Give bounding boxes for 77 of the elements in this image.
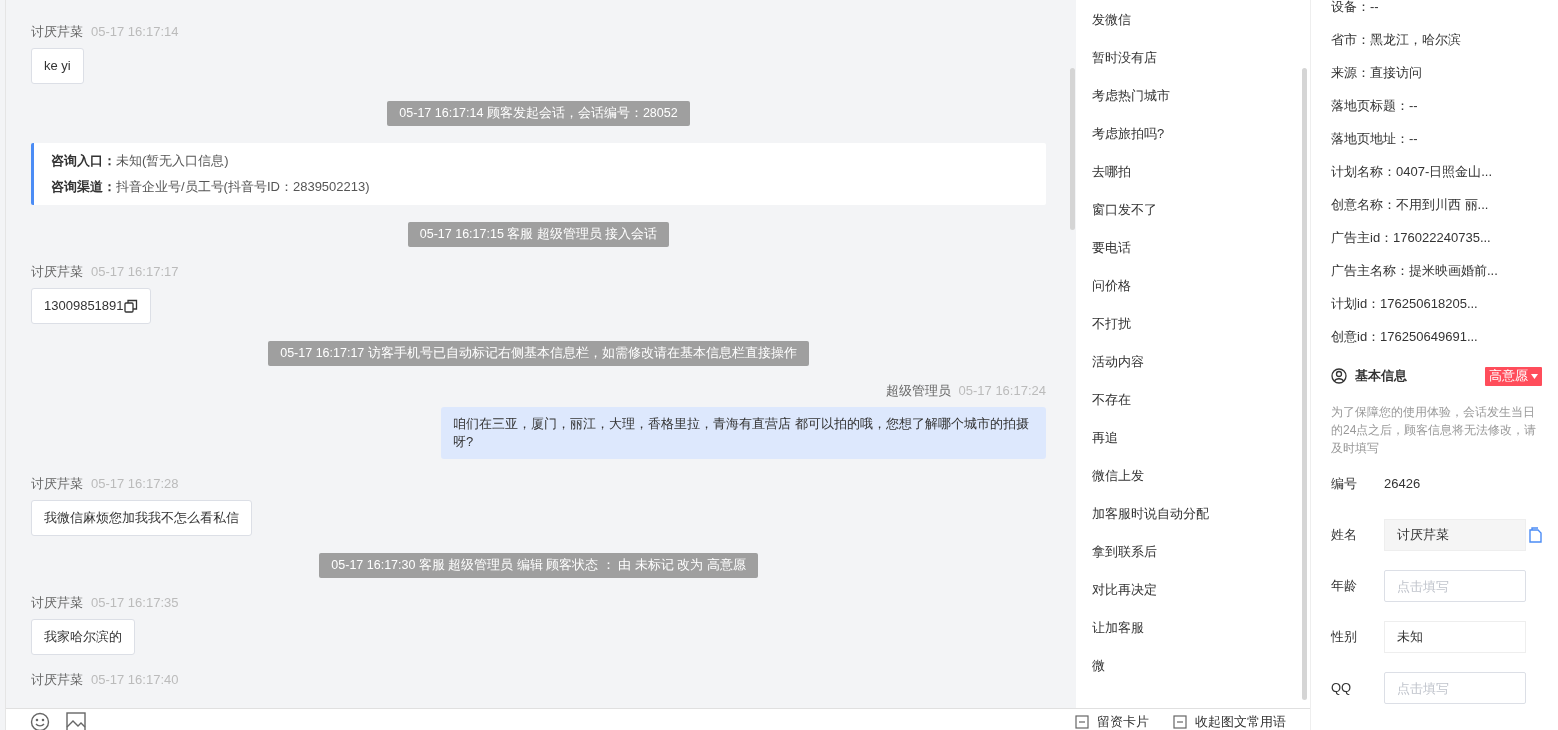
image-icon[interactable] (66, 712, 86, 730)
sender-name: 超级管理员 (885, 383, 951, 399)
message-time: 05-17 16:17:40 (91, 672, 179, 688)
scrollbar-thumb[interactable] (1302, 68, 1307, 700)
quick-reply-item[interactable]: 拿到联系后 (1092, 543, 1302, 581)
notice-text: 为了保障您的使用体验，会话发生当日的24点之后，顾客信息将无法修改，请及时填写 (1331, 404, 1538, 457)
card-icon (1075, 714, 1089, 729)
message-time: 05-17 16:17:14 (91, 24, 179, 40)
quick-reply-item[interactable]: 对比再决定 (1092, 581, 1302, 619)
info-line: 创意名称：不用到川西 丽... (1331, 196, 1490, 214)
quick-reply-item[interactable]: 不打扰 (1092, 315, 1302, 353)
sender-name: 讨厌芹菜 (31, 476, 83, 492)
quick-reply-item[interactable]: 窗口发不了 (1092, 201, 1302, 239)
message-bubble: ke yi (31, 48, 84, 84)
input-field[interactable]: 点击填写 (1384, 672, 1526, 704)
message-time: 05-17 16:17:35 (91, 595, 179, 611)
info-line: 广告主id：176022240735... (1331, 229, 1492, 247)
sender-name: 讨厌芹菜 (31, 24, 83, 40)
quick-reply-item[interactable]: 暂时没有店 (1092, 49, 1302, 87)
input-field[interactable]: 点击填写 (1384, 570, 1526, 602)
info-line: 落地页地址：-- (1331, 130, 1419, 148)
quick-reply-item[interactable]: 微信上发 (1092, 467, 1302, 505)
quick-reply-item[interactable]: 问价格 (1092, 277, 1302, 315)
quick-reply-item[interactable]: 要电话 (1092, 239, 1302, 277)
field-label: 编号 (1331, 475, 1358, 494)
entry-value: 未知(暂无入口信息) (116, 152, 229, 170)
message-bubble: 我微信麻烦您加我我不怎么看私信 (31, 500, 252, 536)
system-notice: 05-17 16:17:17 访客手机号已自动标记右侧基本信息栏，如需修改请在基本信息栏直接操作 (268, 341, 809, 366)
quick-reply-item[interactable]: 活动内容 (1092, 353, 1302, 391)
system-notice: 05-17 16:17:14 顾客发起会话，会话编号：28052 (387, 101, 690, 126)
system-notice: 05-17 16:17:15 客服 超级管理员 接入会话 (407, 222, 670, 247)
quick-reply-item[interactable]: 去哪拍 (1092, 163, 1302, 201)
quick-reply-item[interactable]: 考虑旅拍吗? (1092, 125, 1302, 163)
system-notice: 05-17 16:17:30 客服 超级管理员 编辑 顾客状态 ： 由 未标记 改为 高意愿 (319, 553, 758, 578)
message-bubble: 我家哈尔滨的 (31, 619, 135, 655)
entry-label: 咨询入口： (51, 152, 116, 170)
info-line: 计划id：176250618205... (1331, 295, 1479, 313)
quick-reply-item[interactable]: 考虑热门城市 (1092, 87, 1302, 125)
emoji-icon[interactable] (30, 712, 50, 730)
toolbar-action[interactable]: 留资卡片 (1075, 712, 1149, 730)
quick-reply-item[interactable]: 发微信 (1092, 11, 1302, 49)
field-value: 26426 (1384, 475, 1421, 494)
sender-name: 讨厌芹菜 (31, 672, 83, 688)
info-line: 计划名称：0407-日照金山... (1331, 163, 1494, 181)
field-label: 姓名 (1331, 526, 1358, 545)
quick-reply-item[interactable]: 再追 (1092, 429, 1302, 467)
entry-value: 抖音企业号/员工号(抖音号ID：2839502213) (116, 178, 370, 196)
field-label: QQ (1331, 679, 1353, 698)
message-time: 05-17 16:17:28 (91, 476, 179, 492)
quick-reply-item[interactable]: 让加客服 (1092, 619, 1302, 657)
info-line: 广告主名称：提米映画婚前... (1331, 262, 1499, 280)
info-line: 落地页标题：-- (1331, 97, 1419, 115)
message-time: 05-17 16:17:17 (91, 264, 179, 280)
field-label: 年龄 (1331, 577, 1358, 596)
info-line: 设备：-- (1331, 0, 1380, 16)
info-line: 创意id：176250649691... (1331, 328, 1479, 346)
card-icon (1173, 714, 1187, 729)
caret-icon (1531, 373, 1538, 379)
entry-label: 咨询渠道： (51, 178, 116, 196)
message-bubble: 13009851891 (31, 288, 151, 324)
scrollbar-thumb[interactable] (1070, 68, 1075, 230)
sender-name: 讨厌芹菜 (31, 264, 83, 280)
user-circle-icon (1331, 368, 1347, 384)
quick-reply-item[interactable]: 微 (1092, 657, 1302, 695)
select-field[interactable]: 未知 (1384, 621, 1526, 653)
name-field: 讨厌芹菜 (1384, 519, 1526, 551)
field-label: 性别 (1331, 628, 1358, 647)
message-bubble: 咱们在三亚，厦门，丽江，大理，香格里拉，青海有直营店 都可以拍的哦，您想了解哪个城市的拍摄呀? (441, 407, 1046, 459)
copy-icon[interactable] (123, 299, 138, 313)
message-time: 05-17 16:17:24 (958, 383, 1046, 399)
section-title: 基本信息 (1355, 367, 1407, 386)
info-line: 来源：直接访问 (1331, 64, 1423, 82)
quick-reply-item[interactable]: 加客服时说自动分配 (1092, 505, 1302, 543)
quick-reply-item[interactable]: 不存在 (1092, 391, 1302, 429)
toolbar-action[interactable]: 收起图文常用语 (1173, 712, 1286, 730)
sender-name: 讨厌芹菜 (31, 595, 83, 611)
info-line: 省市：黑龙江，哈尔滨 (1331, 31, 1462, 49)
